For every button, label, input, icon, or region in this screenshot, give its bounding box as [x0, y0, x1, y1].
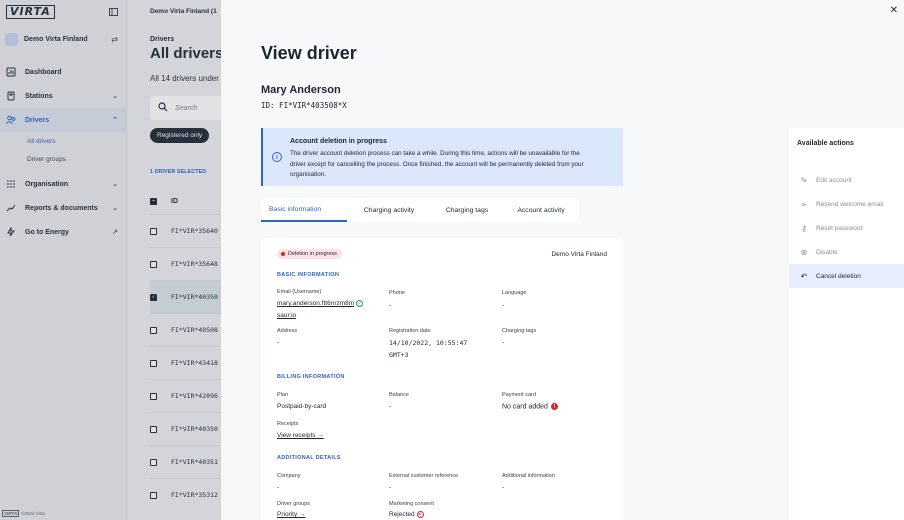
basic-information-header: BASIC INFORMATION [277, 272, 340, 278]
tab-charging-tags[interactable]: Charging tags [431, 198, 503, 222]
driver-tabs: Basic information Charging activity Char… [261, 198, 579, 222]
payment-card-label: Payment card [502, 392, 536, 398]
registration-date-label: Registration date [389, 328, 431, 334]
action-label: Resend welcome email [816, 200, 884, 208]
marketing-consent-text: Rejected [389, 511, 415, 519]
email-link-line1[interactable]: mary.anderson.ftt6nrzm8m [277, 300, 354, 307]
resend-welcome-email-button[interactable]: ➢ Resend welcome email [789, 192, 904, 216]
rejected-icon: ✕ [416, 511, 424, 518]
verified-icon: ✓ [356, 300, 364, 307]
send-icon: ➢ [800, 199, 808, 209]
close-icon[interactable]: ✕ [890, 5, 898, 16]
language-label: Language [502, 290, 527, 296]
external-reference-label: External customer reference [389, 473, 459, 479]
plan-value: Postpaid-by-card [277, 403, 327, 410]
company-value: - [277, 484, 280, 491]
basic-information-card: Deletion in progress Demo Virta Finland … [261, 238, 623, 520]
edit-account-button[interactable]: ✎ Edit account [789, 168, 904, 192]
additional-information-label: Additional information [502, 473, 555, 479]
modal-backdrop[interactable] [0, 0, 221, 520]
balance-value: - [389, 403, 392, 410]
payment-card-value: No card added! [502, 403, 558, 410]
action-label: Reset password [816, 224, 863, 232]
available-actions-panel: Available actions ✎ Edit account ➢ Resend … [789, 128, 904, 520]
status-dot [281, 252, 285, 256]
payment-card-text: No card added [502, 403, 548, 411]
driver-groups-label: Driver groups [277, 501, 311, 507]
status-badge-label: Deletion in progress [288, 251, 337, 257]
cancel-deletion-button[interactable]: ↶ Cancel deletion [789, 264, 904, 288]
address-label: Address [277, 328, 298, 334]
email-link-line2[interactable]: saur.io [277, 312, 296, 319]
tab-basic-information[interactable]: Basic information [261, 198, 347, 222]
email-label: Email (Username) [277, 289, 322, 295]
info-icon: i [272, 152, 282, 162]
charging-tags-value: - [502, 339, 505, 346]
registration-date-line2: GMT+3 [389, 351, 409, 359]
pencil-icon: ✎ [800, 175, 808, 185]
status-badge: Deletion in progress [277, 249, 342, 259]
view-driver-drawer: ✕ View driver Mary Anderson ID: FI*VIR*4… [221, 0, 904, 520]
company-label: Company [277, 473, 301, 479]
key-icon: ⚷ [801, 223, 807, 233]
drawer-title: View driver [261, 43, 357, 63]
undo-icon: ↶ [800, 271, 808, 281]
view-receipts-link[interactable]: View receipts → [277, 432, 324, 439]
driver-group-priority-link[interactable]: Priority → [277, 511, 306, 518]
warning-icon: ! [550, 403, 558, 410]
alert-body: The driver account deletion process can … [290, 150, 584, 178]
card-org-name: Demo Virta Finland [551, 251, 607, 258]
marketing-consent-label: Marketing consent [389, 501, 434, 507]
disable-button[interactable]: ⊗ Disable [789, 240, 904, 264]
deletion-alert: i Account deletion in progress The drive… [261, 128, 623, 186]
phone-label: Phone [389, 290, 405, 296]
registration-date-line1: 14/10/2022, 10:55:47 [389, 339, 468, 347]
actions-title: Available actions [797, 140, 854, 147]
action-label: Cancel deletion [816, 272, 861, 280]
email-value[interactable]: mary.anderson.ftt6nrzm8m ✓ [277, 300, 364, 307]
additional-details-header: ADDITIONAL DETAILS [277, 455, 341, 461]
marketing-consent-value: Rejected ✕ [389, 511, 424, 518]
action-label: Disable [816, 248, 838, 256]
tab-account-activity[interactable]: Account activity [503, 198, 579, 222]
disable-icon: ⊗ [800, 247, 808, 257]
external-reference-value: - [389, 484, 392, 491]
billing-information-header: BILLING INFORMATION [277, 374, 345, 380]
driver-name: Mary Anderson [261, 84, 341, 96]
tab-charging-activity[interactable]: Charging activity [347, 198, 431, 222]
reset-password-button[interactable]: ⚷ Reset password [789, 216, 904, 240]
address-value: - [277, 339, 280, 346]
plan-label: Plan [277, 392, 289, 398]
alert-title: Account deletion in progress [290, 138, 387, 145]
receipts-label: Receipts [277, 421, 299, 427]
balance-label: Balance [389, 392, 409, 398]
language-value: - [502, 302, 505, 309]
action-label: Edit account [816, 176, 852, 184]
charging-tags-label: Charging tags [502, 328, 537, 334]
driver-id: ID: FI*VIR*403508*X [261, 101, 347, 110]
additional-information-value: - [502, 484, 505, 491]
phone-value: - [389, 302, 392, 309]
